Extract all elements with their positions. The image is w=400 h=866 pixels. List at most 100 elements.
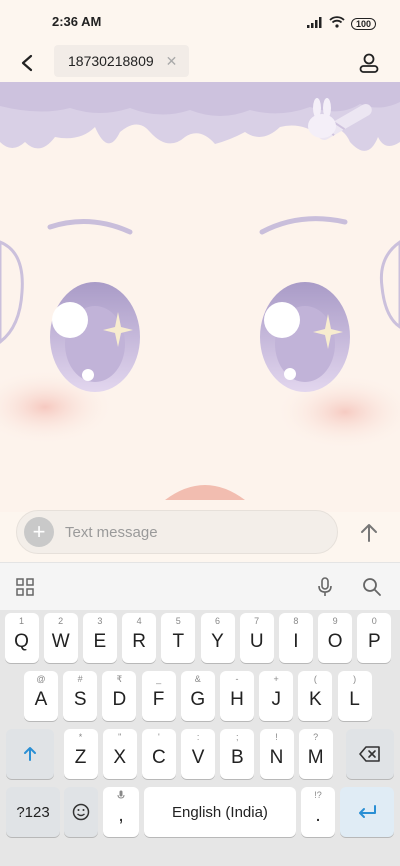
comma-key[interactable]: , [103,787,139,837]
key-a[interactable]: @ A [24,671,58,721]
recipient-chip[interactable]: 18730218809 ✕ [54,45,190,77]
grid-icon [16,578,34,596]
key-label: X [113,747,127,768]
emoji-key[interactable] [64,787,98,837]
key-label: D [112,689,127,710]
wifi-icon [329,15,345,33]
key-label: J [271,689,281,710]
compose-area: + Text message [0,502,400,562]
key-k[interactable]: (K [298,671,333,721]
key-hint: 5 [175,616,181,626]
enter-arrow-icon [359,805,376,818]
key-label: C [152,747,166,768]
key-hint: 0 [371,616,377,626]
key-label: A [34,689,48,710]
message-input[interactable]: + Text message [16,510,338,554]
key-label: U [249,631,264,652]
back-button[interactable] [12,48,42,78]
key-label: F [152,689,165,710]
backspace-icon [359,746,380,762]
key-hint: - [235,674,239,684]
key-label: T [172,631,185,652]
enter-key[interactable] [340,787,394,837]
key-label: E [93,631,107,652]
key-hint: * [78,732,83,742]
key-hint: 1 [18,616,24,626]
key-l[interactable]: ) L [337,671,372,721]
key-u[interactable]: 7U [239,613,274,663]
key-i[interactable]: 8I [278,613,313,663]
remove-recipient-icon[interactable]: ✕ [166,53,178,70]
key-hint: _ [156,674,162,684]
key-b[interactable]: ; B [220,729,255,779]
key-t[interactable]: 5T [161,613,196,663]
key-y[interactable]: 6Y [200,613,235,663]
period-key[interactable]: !? . [301,787,335,837]
contact-button[interactable] [354,48,384,78]
key-label: S [73,689,87,710]
key-label: V [191,747,205,768]
key-x[interactable]: " X [102,729,137,779]
key-label: M [307,747,324,768]
key-g[interactable]: & G [180,671,215,721]
key-h[interactable]: -H [220,671,254,721]
microphone-icon [318,577,332,596]
key-m[interactable]: ? M [298,729,333,779]
key-label: K [309,689,322,710]
space-key[interactable]: English (India) [144,787,296,837]
conversation-header: 18730218809 ✕ [0,44,400,82]
key-label: L [349,689,360,710]
search-icon [363,578,381,596]
backspace-key[interactable] [346,729,394,779]
key-label: Y [211,631,224,652]
key-label: P [367,631,381,652]
key-hint: : [196,732,200,742]
keyboard-toolbar [0,562,400,610]
keyboard: 1Q2W3E4R5T6Y7U8I9O0P @ A # S ₹ D _ F & G - H + J(K) L … [0,610,400,866]
add-attachment-button[interactable]: + [24,517,54,547]
anime-face-illustration [0,82,400,512]
key-n[interactable]: ! N [259,729,294,779]
key-c[interactable]: ' C [141,729,176,779]
key-label: I [293,631,299,652]
key-d[interactable]: ₹ D [102,671,137,721]
key-hint: 9 [332,616,338,626]
symbols-key-label: ?123 [16,803,50,821]
plus-icon: + [32,519,46,544]
key-z[interactable]: * Z [63,729,98,779]
key-hint: ; [236,732,239,742]
key-label: B [230,747,244,768]
key-w[interactable]: 2W [43,613,78,663]
status-time: 2:36 AM [52,14,102,29]
chat-wallpaper [0,82,400,512]
keyboard-menu-button[interactable] [13,575,37,599]
key-j[interactable]: + J [259,671,294,721]
key-s[interactable]: # S [63,671,98,721]
send-button[interactable] [354,518,384,548]
voice-input-button[interactable] [313,575,337,599]
shift-arrow-icon [24,747,36,761]
key-r[interactable]: 4R [122,613,157,663]
key-hint: 8 [293,616,299,626]
status-icons: 100 [306,15,376,33]
key-e[interactable]: 3E [82,613,117,663]
battery-icon: 100 [350,18,376,30]
key-label: H [230,689,244,710]
key-p[interactable]: 0P [357,613,392,663]
signal-icon [306,15,323,33]
key-hint: 7 [254,616,260,626]
key-label: W [51,631,70,652]
key-f[interactable]: _ F [141,671,176,721]
key-v[interactable]: :V [181,729,216,779]
keyboard-search-button[interactable] [360,575,384,599]
key-hint: 6 [214,616,220,626]
key-q[interactable]: 1Q [4,613,39,663]
key-hint: ' [158,732,160,742]
shift-key[interactable] [6,729,54,779]
key-hint: ( [313,674,317,684]
mic-hint-icon [103,790,139,802]
key-o[interactable]: 9O [318,613,353,663]
space-key-label: English (India) [172,803,268,821]
symbols-key[interactable]: ?123 [6,787,60,837]
key-hint: ) [353,674,357,684]
